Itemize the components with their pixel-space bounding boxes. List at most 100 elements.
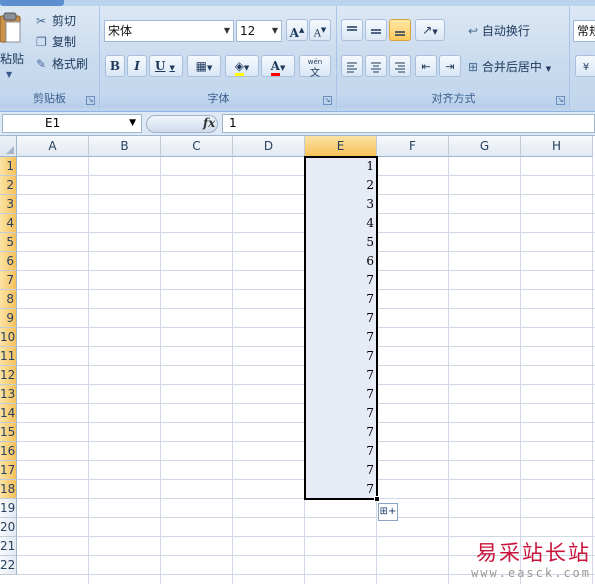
chevron-down-icon: ▼ xyxy=(279,63,286,72)
row-header-4[interactable]: 4 xyxy=(0,214,17,233)
font-size-value: 12 xyxy=(240,24,256,38)
underline-button[interactable]: U ▼ xyxy=(149,55,183,77)
align-left-button[interactable] xyxy=(341,55,363,77)
phonetic-char: 文 xyxy=(310,68,320,79)
font-name-select[interactable]: 宋体 ▼ xyxy=(104,20,234,42)
row-header-17[interactable]: 17 xyxy=(0,461,17,480)
insert-function-icon[interactable]: fx xyxy=(203,116,215,130)
row-header-7[interactable]: 7 xyxy=(0,271,17,290)
orientation-button[interactable]: ↗▼ xyxy=(415,19,445,41)
row-header-14[interactable]: 14 xyxy=(0,404,17,423)
row-header-1[interactable]: 1 xyxy=(0,157,17,176)
chevron-down-icon: ▼ xyxy=(206,64,213,72)
row-header-3[interactable]: 3 xyxy=(0,195,17,214)
decrease-indent-icon: ⇤ xyxy=(421,60,431,73)
formula-bar-splitter[interactable]: fx xyxy=(146,115,218,133)
align-middle-button[interactable] xyxy=(365,19,387,41)
alignment-dialog-launcher-icon[interactable]: ↘ xyxy=(556,96,565,105)
currency-icon: ¥ xyxy=(582,62,590,73)
alignment-group: ↗▼ ↩ 自动换行 ⇤ ⇥ ⊞ 合并后居中 ▼ 对齐方式 ↘ xyxy=(338,6,570,110)
column-header-d[interactable]: D xyxy=(233,136,305,157)
grow-font-label: A xyxy=(289,26,299,40)
select-all-button[interactable] xyxy=(0,136,17,157)
align-right-button[interactable] xyxy=(389,55,411,77)
fill-handle[interactable] xyxy=(374,496,380,502)
row-header-22[interactable]: 22 xyxy=(0,556,17,575)
increase-indent-button[interactable]: ⇥ xyxy=(439,55,461,77)
format-painter-button[interactable]: ✎ 格式刷 xyxy=(36,55,88,73)
formula-bar: E1 ▼ fx 1 xyxy=(0,112,595,136)
scissors-icon: ✂ xyxy=(36,14,47,28)
row-header-16[interactable]: 16 xyxy=(0,442,17,461)
clipboard-group-label: 剪贴板 xyxy=(0,90,99,108)
align-center-button[interactable] xyxy=(365,55,387,77)
name-box-value: E1 xyxy=(45,116,61,130)
row-header-9[interactable]: 9 xyxy=(0,309,17,328)
phonetic-guide-button[interactable]: wén 文 xyxy=(299,55,331,79)
autofill-options-icon[interactable]: ⊞+ xyxy=(378,503,398,521)
shrink-font-button[interactable]: A▼ xyxy=(309,19,331,41)
copy-button[interactable]: ❐ 复制 xyxy=(36,33,76,51)
align-bottom-button[interactable] xyxy=(389,19,411,41)
alignment-group-label: 对齐方式 xyxy=(338,90,569,108)
column-gridline xyxy=(232,157,233,584)
row-header-18[interactable]: 18 xyxy=(0,480,17,499)
paste-button[interactable]: 粘贴 xyxy=(0,50,24,67)
merge-center-icon: ⊞ xyxy=(468,60,479,74)
column-header-e[interactable]: E xyxy=(305,136,377,157)
align-top-button[interactable] xyxy=(341,19,363,41)
accounting-format-button[interactable]: ¥ xyxy=(575,55,595,77)
column-header-a[interactable]: A xyxy=(17,136,89,157)
row-header-21[interactable]: 21 xyxy=(0,537,17,556)
row-header-2[interactable]: 2 xyxy=(0,176,17,195)
column-header-g[interactable]: G xyxy=(449,136,521,157)
paste-icon[interactable] xyxy=(0,12,22,44)
formula-input[interactable]: 1 xyxy=(222,114,595,133)
row-header-20[interactable]: 20 xyxy=(0,518,17,537)
column-header-b[interactable]: B xyxy=(89,136,161,157)
chevron-down-icon[interactable]: ▼ xyxy=(129,115,136,132)
wrap-text-button[interactable]: ↩ 自动换行 xyxy=(468,22,530,39)
watermark-title: 易采站长站 xyxy=(476,541,591,565)
column-header-h[interactable]: H xyxy=(521,136,593,157)
row-header-15[interactable]: 15 xyxy=(0,423,17,442)
font-group: 宋体 ▼ 12 ▼ A▲ A▼ B I U ▼ ▦▼ ◈▼ A▼ wén 文 字… xyxy=(101,6,337,110)
row-header-10[interactable]: 10 xyxy=(0,328,17,347)
copy-icon: ❐ xyxy=(36,35,47,49)
font-dialog-launcher-icon[interactable]: ↘ xyxy=(323,96,332,105)
name-box[interactable]: E1 ▼ xyxy=(2,114,142,133)
worksheet-grid[interactable]: A B C D E F G H 1 2 3 4 5 6 7 8 9 10 11 12 13 14 15 16 17 18 19 20 2… xyxy=(0,136,595,584)
align-left-icon xyxy=(347,62,357,72)
column-header-c[interactable]: C xyxy=(161,136,233,157)
row-header-6[interactable]: 6 xyxy=(0,252,17,271)
fill-color-button[interactable]: ◈▼ xyxy=(225,55,259,77)
shrink-font-label: A xyxy=(313,28,321,40)
row-header-12[interactable]: 12 xyxy=(0,366,17,385)
font-name-value: 宋体 xyxy=(108,24,133,38)
grow-font-button[interactable]: A▲ xyxy=(286,19,308,41)
row-header-11[interactable]: 11 xyxy=(0,347,17,366)
column-gridline xyxy=(592,157,593,584)
number-format-select[interactable]: 常规 xyxy=(573,20,595,42)
chevron-down-icon: ▼ xyxy=(271,26,278,35)
borders-button[interactable]: ▦▼ xyxy=(187,55,221,77)
italic-button[interactable]: I xyxy=(127,55,147,77)
number-format-value: 常规 xyxy=(577,24,595,38)
column-gridline xyxy=(160,157,161,584)
column-header-f[interactable]: F xyxy=(377,136,449,157)
row-header-5[interactable]: 5 xyxy=(0,233,17,252)
row-header-8[interactable]: 8 xyxy=(0,290,17,309)
row-header-13[interactable]: 13 xyxy=(0,385,17,404)
paste-dropdown-icon[interactable]: ▼ xyxy=(6,70,12,79)
ribbon: 粘贴 ▼ ✂ 剪切 ❐ 复制 ✎ 格式刷 剪贴板 ↘ 宋体 ▼ 12 ▼ A▲ A▼ … xyxy=(0,0,595,112)
cut-button[interactable]: ✂ 剪切 xyxy=(36,12,76,30)
column-gridline xyxy=(448,157,449,584)
row-header-19[interactable]: 19 xyxy=(0,499,17,518)
font-color-button[interactable]: A▼ xyxy=(261,55,295,77)
orientation-icon: ↗ xyxy=(422,23,433,37)
decrease-indent-button[interactable]: ⇤ xyxy=(415,55,437,77)
merge-center-button[interactable]: ⊞ 合并后居中 ▼ xyxy=(468,58,551,75)
bold-button[interactable]: B xyxy=(105,55,125,77)
font-size-select[interactable]: 12 ▼ xyxy=(236,20,282,42)
clipboard-dialog-launcher-icon[interactable]: ↘ xyxy=(86,96,95,105)
